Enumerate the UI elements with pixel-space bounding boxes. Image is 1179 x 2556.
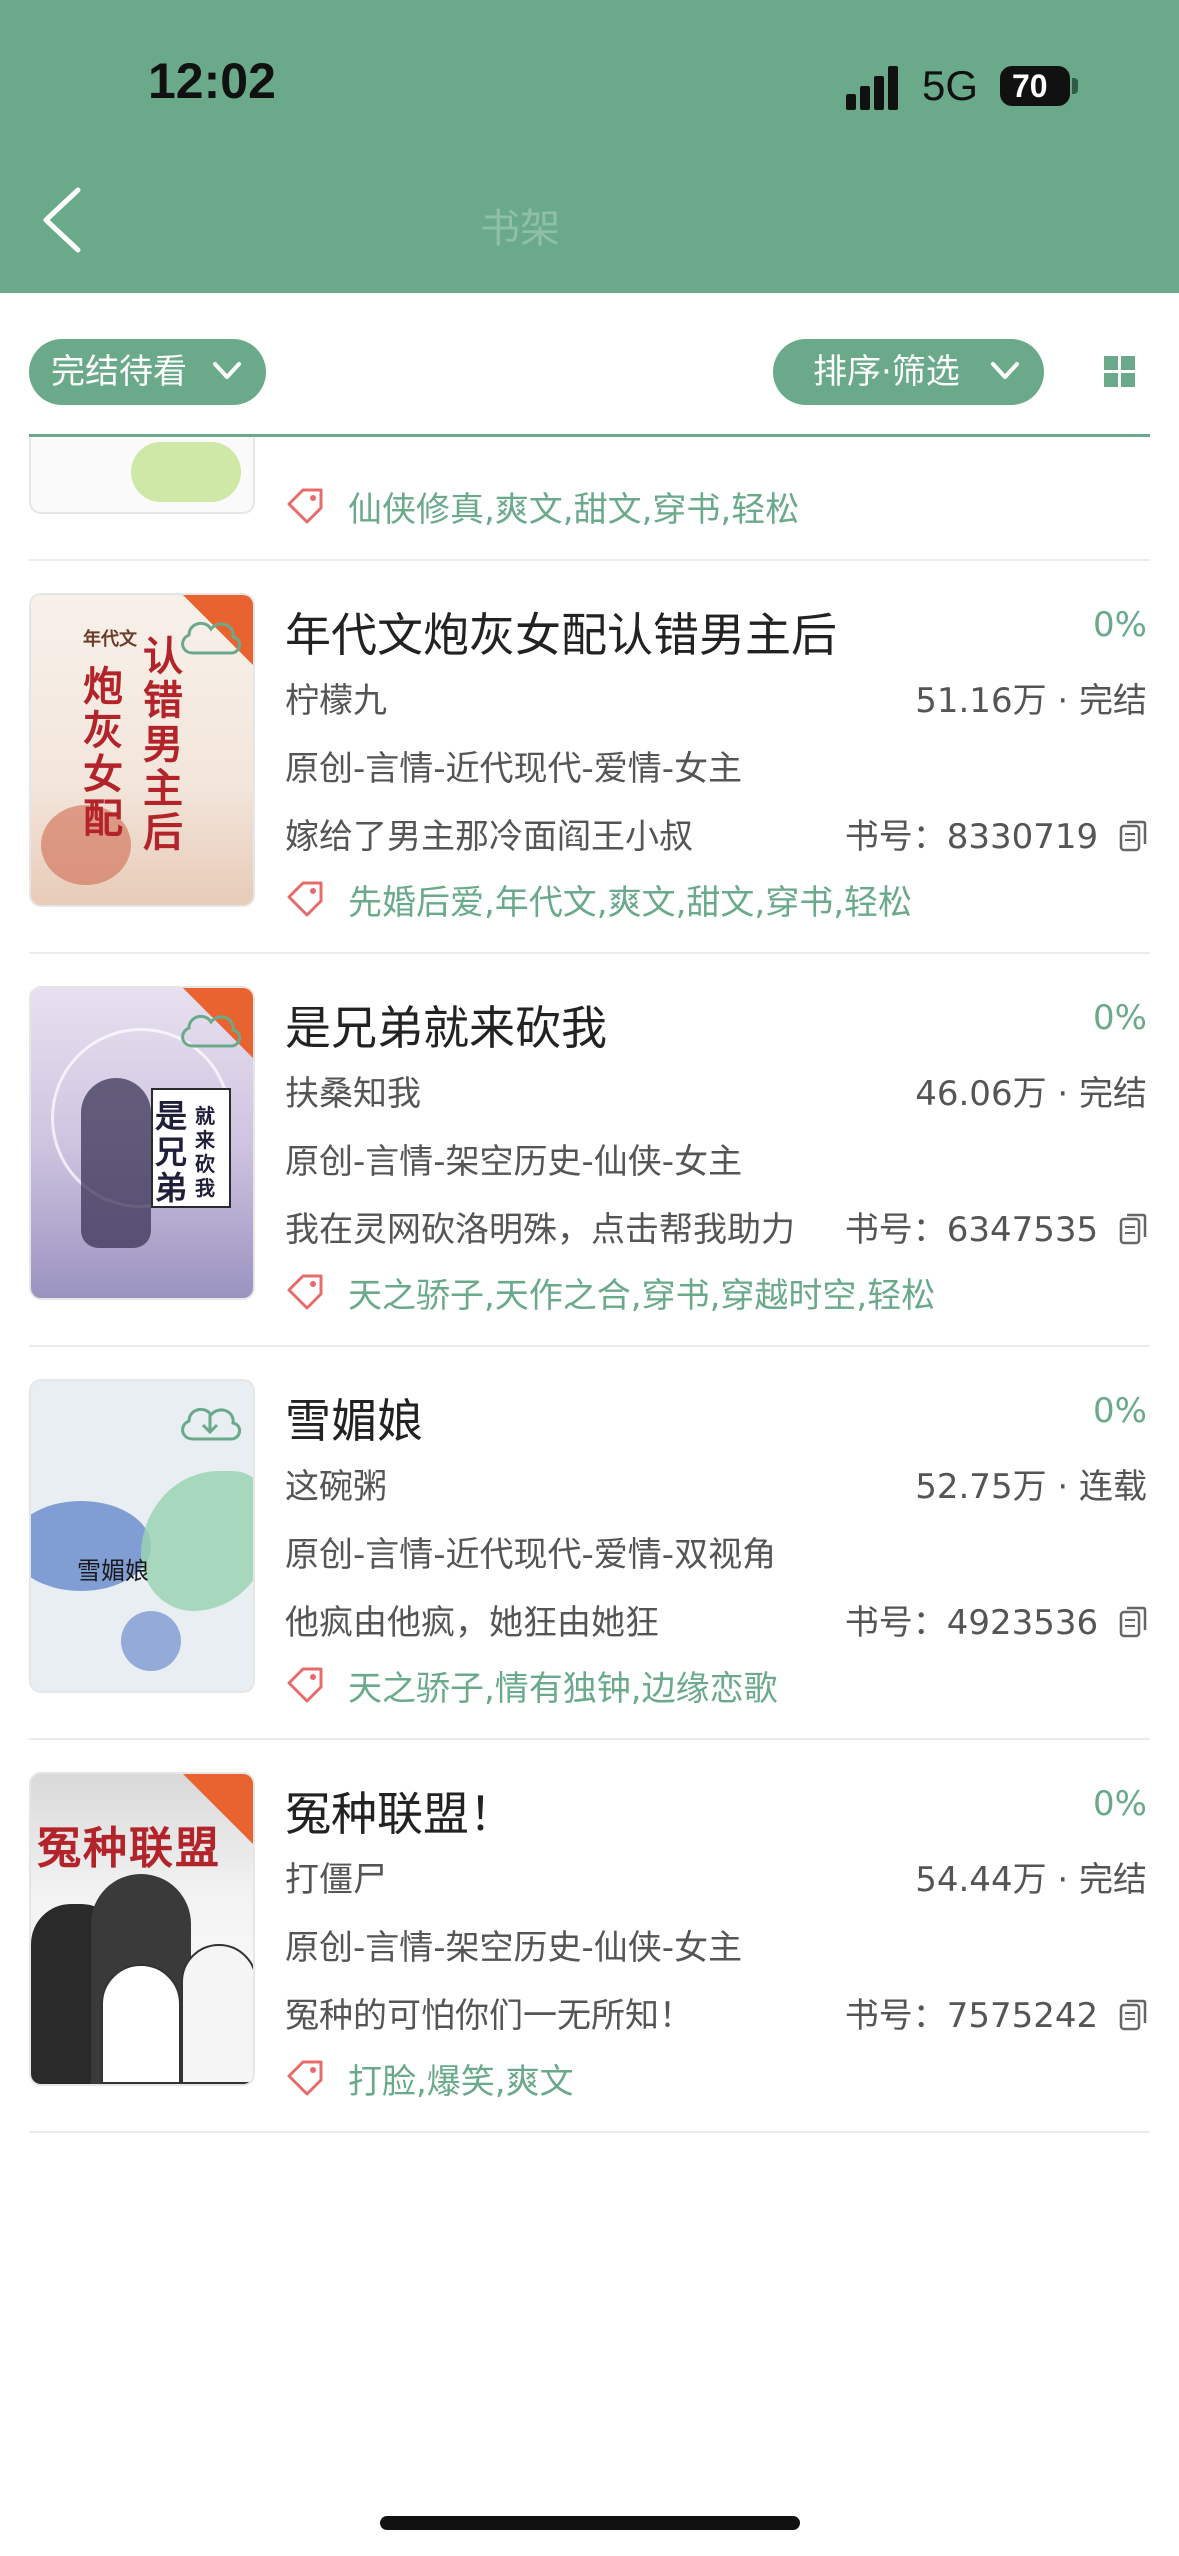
battery-tip: [1072, 78, 1078, 94]
book-title: 雪媚娘: [285, 1394, 423, 1448]
book-author: 打僵尸: [285, 1860, 387, 1900]
list-item[interactable]: 雪媚娘 雪媚娘 0% 这碗粥 52.75万 · 连载 原创-言情-近代现代-爱情…: [0, 1347, 1179, 1740]
book-author: 柠檬九: [285, 681, 387, 721]
copy-icon[interactable]: [1119, 1606, 1147, 1638]
book-title: 是兄弟就来砍我: [285, 1001, 607, 1055]
list-item[interactable]: 仙侠修真,爽文,甜文,穿书,轻松: [0, 438, 1179, 561]
book-intro: 我在灵网砍洛明殊，点击帮我助力: [285, 1210, 795, 1250]
list-item[interactable]: 年代文 炮灰女配 认错男主后 年代文炮灰女配认错男主后 0% 柠檬九 51.16…: [0, 561, 1179, 954]
top-header: 12:02 5G 70 书架: [0, 0, 1179, 293]
page-title: 书架: [480, 206, 560, 252]
book-title: 年代文炮灰女配认错男主后: [285, 608, 837, 662]
battery-icon: 70: [1000, 66, 1070, 106]
book-tags: 打脸,爆笑,爽文: [348, 2062, 574, 2102]
cover-subtitle: 年代文: [83, 629, 137, 650]
tag-icon: [287, 2060, 323, 2096]
tag-icon: [287, 1274, 323, 1310]
book-intro: 冤种的可怕你们一无所知！: [285, 1996, 693, 2036]
book-cover: 是兄弟 就来砍我: [29, 986, 255, 1300]
tag-icon: [287, 1667, 323, 1703]
copy-icon[interactable]: [1119, 820, 1147, 852]
cloud-download-icon: [181, 1014, 241, 1048]
book-number[interactable]: 书号：6347535: [845, 1202, 1147, 1251]
word-count-status: 46.06万 · 完结: [915, 1074, 1147, 1114]
filter-bar: 完结待看 排序·筛选: [0, 293, 1179, 438]
book-category: 原创-言情-架空历史-仙侠-女主: [285, 1928, 743, 1968]
book-intro: 他疯由他疯，她狂由她狂: [285, 1603, 659, 1643]
network-label: 5G: [922, 62, 979, 109]
chevron-down-icon: [213, 362, 241, 379]
status-time: 12:02: [148, 53, 276, 109]
book-number-text: 书号：7575242: [844, 1996, 1099, 2036]
status-filter-dropdown[interactable]: 完结待看: [29, 339, 266, 405]
book-author: 扶桑知我: [285, 1074, 421, 1114]
signal-icon: [846, 66, 906, 110]
grid-view-icon[interactable]: [1104, 356, 1135, 387]
read-progress: 0%: [1093, 998, 1147, 1038]
book-intro: 嫁给了男主那冷面阎王小叔: [285, 817, 693, 857]
back-button[interactable]: [34, 180, 94, 260]
book-number-text: 书号：8330719: [844, 817, 1099, 857]
sort-filter-label: 排序·筛选: [813, 352, 960, 392]
copy-icon[interactable]: [1119, 1213, 1147, 1245]
read-progress: 0%: [1093, 1391, 1147, 1431]
row-divider: [29, 2131, 1150, 2133]
book-tags: 天之骄子,天作之合,穿书,穿越时空,轻松: [348, 1276, 936, 1316]
status-filter-label: 完结待看: [51, 352, 187, 392]
book-number-text: 书号：6347535: [844, 1210, 1099, 1250]
book-number[interactable]: 书号：8330719: [845, 809, 1147, 858]
cloud-download-icon: [181, 621, 241, 655]
word-count-status: 52.75万 · 连载: [915, 1467, 1147, 1507]
read-progress: 0%: [1093, 1784, 1147, 1824]
book-title: 冤种联盟！: [285, 1787, 515, 1841]
filter-underline: [29, 434, 1150, 437]
book-category: 原创-言情-近代现代-爱情-女主: [285, 749, 743, 789]
tag-icon: [287, 881, 323, 917]
book-category: 原创-言情-近代现代-爱情-双视角: [285, 1535, 777, 1575]
completed-badge-icon: [183, 1774, 253, 1844]
book-cover: 雪媚娘: [29, 1379, 255, 1693]
book-category: 原创-言情-架空历史-仙侠-女主: [285, 1142, 743, 1182]
tag-icon: [287, 488, 323, 524]
book-cover: [29, 438, 255, 514]
book-tags: 先婚后爱,年代文,爽文,甜文,穿书,轻松: [348, 883, 913, 923]
copy-icon[interactable]: [1119, 1999, 1147, 2031]
chevron-left-icon: [43, 187, 81, 253]
book-number[interactable]: 书号：4923536: [845, 1595, 1147, 1644]
sort-filter-button[interactable]: 排序·筛选: [773, 339, 1044, 405]
home-indicator[interactable]: [380, 2516, 800, 2530]
list-item[interactable]: 是兄弟 就来砍我 是兄弟就来砍我 0% 扶桑知我 46.06万 · 完结 原创-…: [0, 954, 1179, 1347]
book-cover: 年代文 炮灰女配 认错男主后: [29, 593, 255, 907]
chevron-down-icon: [991, 362, 1019, 379]
cloud-download-icon[interactable]: [175, 1399, 245, 1449]
word-count-status: 54.44万 · 完结: [915, 1860, 1147, 1900]
book-list: 仙侠修真,爽文,甜文,穿书,轻松 年代文 炮灰女配 认错男主后 年代文炮灰女配认…: [0, 438, 1179, 2168]
book-tags: 仙侠修真,爽文,甜文,穿书,轻松: [348, 490, 800, 530]
cover-title: 是兄弟: [155, 1097, 188, 1207]
cover-title: 炮灰女配: [83, 663, 123, 842]
cover-title-2: 就来砍我: [195, 1104, 215, 1200]
word-count-status: 51.16万 · 完结: [915, 681, 1147, 721]
read-progress: 0%: [1093, 605, 1147, 645]
cover-title: 雪媚娘: [77, 1557, 149, 1585]
book-number[interactable]: 书号：7575242: [845, 1988, 1147, 2037]
book-author: 这碗粥: [285, 1467, 387, 1507]
book-tags: 天之骄子,情有独钟,边缘恋歌: [348, 1669, 778, 1709]
list-item[interactable]: 冤种联盟 冤种联盟！ 0% 打僵尸 54.44万 · 完结 原创-言情-架空历史…: [0, 1740, 1179, 2133]
book-cover: 冤种联盟: [29, 1772, 255, 2086]
book-number-text: 书号：4923536: [844, 1603, 1099, 1643]
